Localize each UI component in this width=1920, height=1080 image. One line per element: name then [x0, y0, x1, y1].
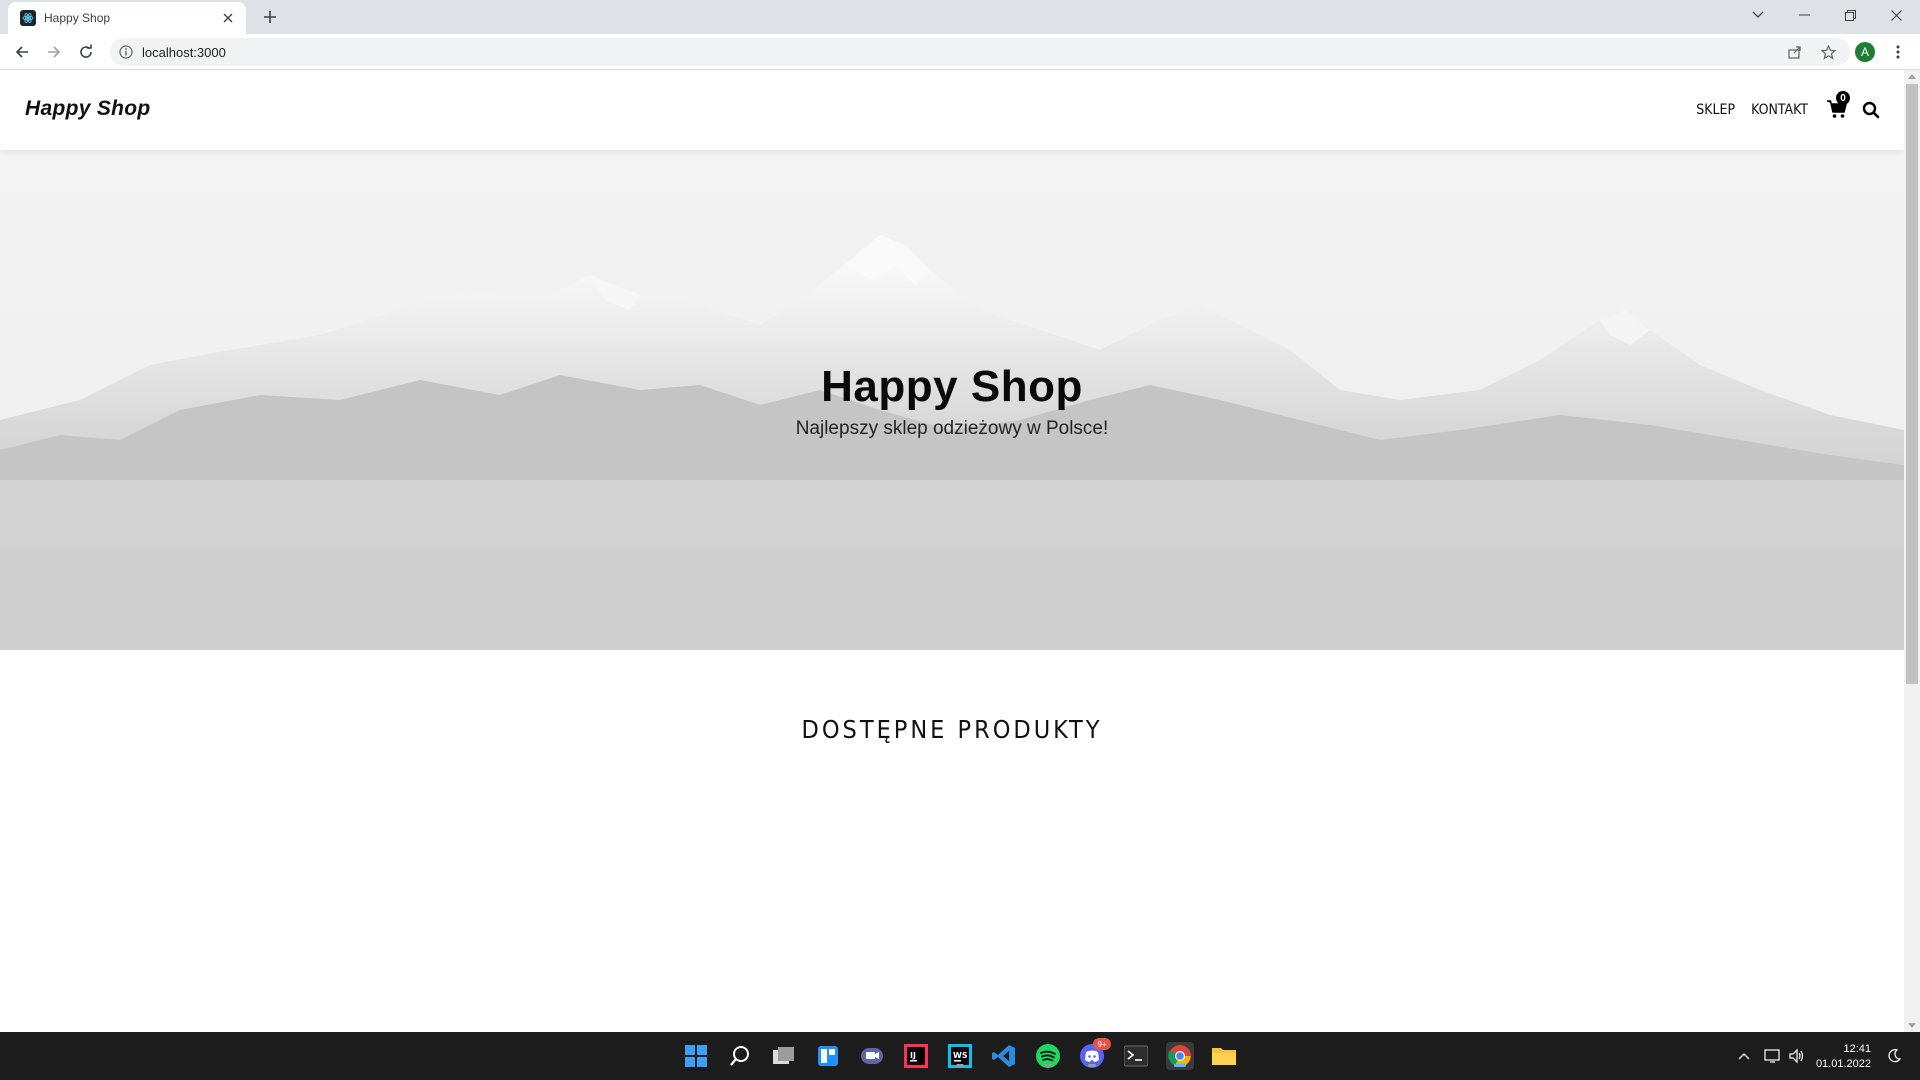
active-indicator	[1174, 1064, 1186, 1067]
spotify-icon[interactable]	[1034, 1042, 1062, 1070]
svg-text:WS: WS	[953, 1051, 968, 1060]
site-logo[interactable]: Happy Shop	[25, 97, 151, 121]
browser-tabbar: Happy Shop	[0, 0, 1920, 34]
windows-taskbar: IJ WS 9+ 12:41 01.01.2022	[0, 1032, 1920, 1080]
nav-link-sklep[interactable]: SKLEP	[1696, 102, 1735, 118]
new-tab-icon[interactable]	[260, 7, 280, 27]
nav-link-kontakt[interactable]: KONTAKT	[1751, 102, 1808, 118]
running-indicator	[956, 1064, 964, 1067]
intellij-icon[interactable]: IJ	[902, 1042, 930, 1070]
discord-icon[interactable]: 9+	[1078, 1038, 1111, 1070]
browser-tab[interactable]: Happy Shop	[8, 2, 246, 34]
tab-title: Happy Shop	[44, 11, 111, 25]
start-icon[interactable]	[682, 1042, 710, 1070]
search-icon[interactable]	[1862, 101, 1880, 119]
scroll-up-icon[interactable]	[1908, 74, 1916, 79]
search-icon[interactable]	[726, 1042, 754, 1070]
products-section-title: DOSTĘPNE PRODUKTY	[801, 715, 1103, 744]
site-nav: SKLEP KONTAKT 0	[1680, 91, 1880, 126]
address-bar[interactable]: localhost:3000	[110, 38, 1850, 66]
browser-toolbar: localhost:3000 A	[0, 34, 1920, 70]
scroll-down-icon[interactable]	[1908, 1023, 1916, 1028]
tray-overflow-icon[interactable]	[1738, 1032, 1750, 1080]
profile-avatar[interactable]: A	[1855, 42, 1875, 62]
svg-text:IJ: IJ	[910, 1051, 916, 1060]
running-indicator	[1088, 1064, 1096, 1067]
widgets-icon[interactable]	[814, 1042, 842, 1070]
page-scrollbar[interactable]	[1904, 70, 1920, 1032]
hero-subtitle: Najlepszy sklep odzieżowy w Polsce!	[795, 418, 1109, 439]
close-window-icon[interactable]	[1873, 0, 1919, 30]
tab-search-icon[interactable]	[1735, 0, 1781, 30]
teams-chat-icon[interactable]	[858, 1042, 886, 1070]
hero-banner: Happy Shop Najlepszy sklep odzieżowy w P…	[0, 150, 1904, 650]
scroll-thumb[interactable]	[1906, 84, 1918, 684]
site-info-icon[interactable]	[118, 44, 134, 60]
page-viewport: Happy Shop SKLEP KONTAKT 0 Happy Shop Na…	[0, 70, 1904, 1032]
running-indicator	[1044, 1064, 1052, 1067]
restore-icon[interactable]	[1827, 0, 1873, 30]
react-favicon-icon	[20, 10, 36, 26]
webstorm-icon[interactable]: WS	[946, 1042, 974, 1070]
vscode-icon[interactable]	[990, 1042, 1018, 1070]
cart-button[interactable]: 0	[1826, 91, 1850, 121]
share-icon[interactable]	[1786, 43, 1804, 61]
minimize-icon[interactable]	[1781, 0, 1827, 30]
file-explorer-icon[interactable]	[1210, 1042, 1238, 1070]
back-icon[interactable]	[10, 40, 34, 64]
terminal-icon[interactable]	[1122, 1042, 1150, 1070]
discord-notification-badge: 9+	[1093, 1038, 1111, 1050]
clock-date: 01.01.2022	[1815, 1058, 1871, 1070]
browser-menu-icon[interactable]	[1888, 42, 1908, 62]
reload-icon[interactable]	[74, 40, 98, 64]
network-icon[interactable]	[1764, 1032, 1782, 1080]
site-header: Happy Shop SKLEP KONTAKT 0	[0, 70, 1904, 150]
forward-icon[interactable]	[42, 40, 66, 64]
close-tab-icon[interactable]	[220, 10, 236, 26]
notifications-icon[interactable]	[1886, 1032, 1902, 1080]
chrome-icon[interactable]	[1166, 1042, 1194, 1070]
system-clock[interactable]: 12:41 01.01.2022	[1815, 1042, 1871, 1072]
task-view-icon[interactable]	[770, 1042, 798, 1070]
clock-time: 12:41	[1843, 1043, 1871, 1055]
hero-title: Happy Shop	[821, 362, 1083, 411]
volume-icon[interactable]	[1788, 1032, 1806, 1080]
bookmark-star-icon[interactable]	[1819, 43, 1837, 61]
url-text: localhost:3000	[142, 44, 226, 60]
cart-count-badge: 0	[1836, 91, 1850, 105]
